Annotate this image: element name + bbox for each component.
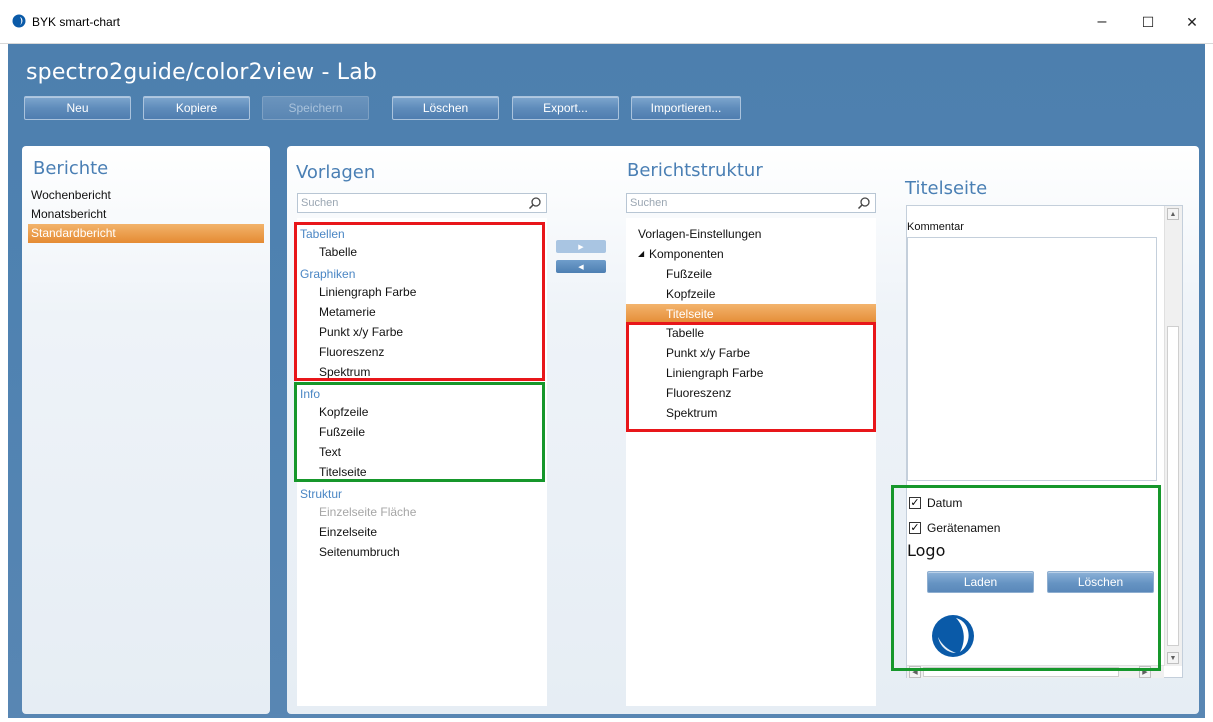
editor-panel: Vorlagen Tabellen Tabelle Graphiken Lini… (287, 146, 1199, 714)
report-item-weekly[interactable]: Wochenbericht (28, 186, 264, 205)
template-page-break[interactable]: Seitenumbruch (319, 544, 400, 560)
template-header[interactable]: Kopfzeile (319, 404, 368, 420)
search-icon[interactable] (857, 196, 871, 210)
window-titlebar: BYK smart-chart – ☐ ✕ (0, 0, 1213, 44)
template-point-xy-color[interactable]: Punkt x/y Farbe (319, 324, 403, 340)
category-tables[interactable]: Tabellen (300, 226, 345, 242)
tree-line-graph-color[interactable]: Liniengraph Farbe (666, 365, 763, 381)
tree-expand-icon[interactable]: ◢ (638, 246, 644, 262)
checkmark-icon: ✓ (910, 497, 920, 509)
details-scroll-area: Kommentar ✓ Datum ✓ Gerätenamen Logo Lad… (906, 205, 1183, 678)
tree-footer[interactable]: Fußzeile (666, 266, 712, 282)
scroll-up-icon[interactable]: ▲ (1167, 208, 1179, 220)
report-item-monthly[interactable]: Monatsbericht (28, 205, 264, 224)
export-button[interactable]: Export... (512, 96, 619, 120)
reports-panel: Berichte Wochenbericht Monatsbericht Sta… (22, 146, 270, 714)
scroll-left-icon[interactable]: ◀ (909, 666, 921, 678)
arrow-left-icon: ◀ (578, 263, 584, 271)
tree-table[interactable]: Tabelle (666, 325, 704, 341)
maximize-button[interactable]: ☐ (1133, 8, 1163, 36)
template-title-page[interactable]: Titelseite (319, 464, 367, 480)
tree-spectrum[interactable]: Spektrum (666, 405, 717, 421)
minimize-button[interactable]: – (1087, 8, 1117, 36)
copy-button[interactable]: Kopiere (143, 96, 250, 120)
category-structure[interactable]: Struktur (300, 486, 342, 502)
date-label: Datum (927, 496, 963, 510)
load-logo-button[interactable]: Laden (927, 571, 1034, 593)
app-logo-icon (12, 14, 26, 28)
add-component-button[interactable]: ▶ (556, 240, 606, 253)
app-body: spectro2guide/color2view - Lab Neu Kopie… (8, 44, 1205, 718)
details-title: Titelseite (905, 178, 988, 199)
arrow-right-icon: ▶ (578, 243, 584, 251)
import-button[interactable]: Importieren... (631, 96, 741, 120)
structure-search-input[interactable] (630, 195, 830, 211)
save-button[interactable]: Speichern (262, 96, 369, 120)
template-text[interactable]: Text (319, 444, 341, 460)
template-metamerism[interactable]: Metamerie (319, 304, 376, 320)
category-info[interactable]: Info (300, 386, 320, 402)
templates-list: Tabellen Tabelle Graphiken Liniengraph F… (297, 218, 547, 706)
comment-label: Kommentar (907, 221, 964, 233)
device-name-label: Gerätenamen (927, 521, 1001, 535)
device-name-checkbox[interactable]: ✓ (909, 522, 921, 534)
report-item-standard[interactable]: Standardbericht (28, 224, 264, 243)
tree-template-settings[interactable]: Vorlagen-Einstellungen (638, 226, 761, 242)
tree-point-xy-color[interactable]: Punkt x/y Farbe (666, 345, 750, 361)
template-footer[interactable]: Fußzeile (319, 424, 365, 440)
tree-title-page[interactable]: Titelseite (626, 304, 876, 324)
template-spectrum[interactable]: Spektrum (319, 364, 370, 380)
scroll-down-icon[interactable]: ▼ (1167, 652, 1179, 664)
template-single-page-area: Einzelseite Fläche (319, 505, 417, 519)
template-fluorescence[interactable]: Fluoreszenz (319, 344, 384, 360)
structure-search (626, 193, 876, 213)
horizontal-scrollbar-thumb[interactable] (923, 667, 1119, 677)
date-checkbox[interactable]: ✓ (909, 497, 921, 509)
logo-image (926, 607, 980, 661)
new-button[interactable]: Neu (24, 96, 131, 120)
horizontal-scrollbar[interactable]: ◀ ▶ (907, 665, 1164, 678)
comment-textarea[interactable] (907, 237, 1157, 481)
template-table[interactable]: Tabelle (319, 244, 357, 260)
delete-button[interactable]: Löschen (392, 96, 499, 120)
structure-tree: Vorlagen-Einstellungen ◢ Komponenten Fuß… (626, 218, 876, 706)
template-line-graph-color[interactable]: Liniengraph Farbe (319, 284, 416, 300)
remove-component-button[interactable]: ◀ (556, 260, 606, 273)
tree-fluorescence[interactable]: Fluoreszenz (666, 385, 731, 401)
templates-title: Vorlagen (296, 162, 376, 183)
search-icon[interactable] (528, 196, 542, 210)
window-title: BYK smart-chart (32, 15, 121, 29)
template-single-page[interactable]: Einzelseite (319, 524, 377, 540)
category-graphics[interactable]: Graphiken (300, 266, 355, 282)
structure-title: Berichtstruktur (627, 160, 763, 181)
logo-heading: Logo (907, 541, 946, 560)
templates-search-input[interactable] (301, 195, 501, 211)
scroll-right-icon[interactable]: ▶ (1139, 666, 1151, 678)
templates-search (297, 193, 547, 213)
app-title: spectro2guide/color2view - Lab (26, 60, 378, 85)
reports-title: Berichte (33, 158, 109, 179)
tree-components[interactable]: Komponenten (649, 246, 724, 262)
delete-logo-button[interactable]: Löschen (1047, 571, 1154, 593)
tree-header[interactable]: Kopfzeile (666, 286, 715, 302)
close-button[interactable]: ✕ (1177, 8, 1207, 36)
checkmark-icon: ✓ (910, 522, 920, 534)
vertical-scrollbar[interactable]: ▲ ▼ (1164, 206, 1182, 666)
scrollbar-thumb[interactable] (1167, 326, 1179, 646)
